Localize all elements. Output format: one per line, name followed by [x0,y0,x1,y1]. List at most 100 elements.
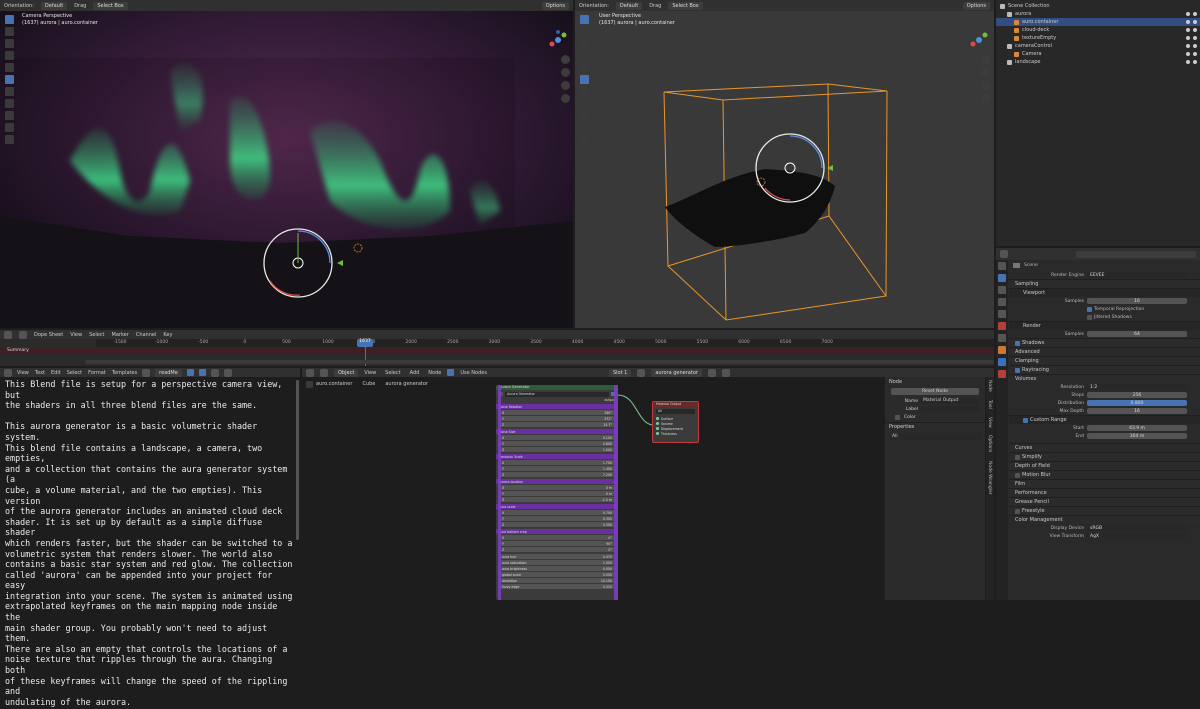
node-name-field[interactable]: Material Output [921,398,979,404]
grid-view-icon[interactable] [981,94,990,103]
properties-editor-icon[interactable] [1000,250,1008,258]
simplify-panel[interactable]: Simplify [1009,452,1200,461]
image-tool-icon[interactable] [580,135,589,144]
sidebar-tab[interactable]: Node Wrangler [987,461,992,495]
scale-tool-icon[interactable] [580,63,589,72]
end-field[interactable]: 304 m [1087,433,1187,439]
orientation-dropdown[interactable]: Default [40,1,68,10]
material-tab-icon[interactable] [998,370,1006,378]
raytracing-checkbox[interactable] [1015,367,1020,373]
shadows-checkbox[interactable] [1015,340,1020,346]
camera-icon[interactable] [1193,20,1197,24]
add-object-tool-icon[interactable] [580,123,589,132]
add-cube-tool-icon[interactable] [580,111,589,120]
menu-item[interactable]: Key [163,332,172,338]
camera-icon[interactable] [1193,44,1197,48]
scale-tool-icon[interactable] [5,63,14,72]
camera-icon[interactable] [1193,12,1197,16]
menu-item[interactable]: Marker [112,332,129,338]
options-dropdown[interactable]: Options [541,1,569,10]
move-tool-icon[interactable] [5,39,14,48]
sidebar-tab[interactable]: Node [987,380,992,392]
text-content[interactable]: This Blend file is setup for a perspecti… [0,377,300,709]
jittered-shadows-checkbox[interactable] [1087,314,1092,320]
rotate-tool-icon[interactable] [5,51,14,60]
cursor-tool-icon[interactable] [5,27,14,36]
node-label-field[interactable] [921,406,979,412]
image-tool-icon[interactable] [5,135,14,144]
socket-dot-icon[interactable] [656,432,659,435]
clamping-panel[interactable]: Clamping [1009,356,1200,365]
camera-icon[interactable] [1193,52,1197,56]
object-tab-icon[interactable] [998,346,1006,354]
sidebar-tab[interactable]: View [987,417,992,428]
camera-icon[interactable] [1193,28,1197,32]
viewport-subpanel[interactable]: Viewport [1009,288,1200,297]
eye-icon[interactable] [1186,20,1190,24]
word-wrap-toggle-icon[interactable] [198,369,206,376]
text-editor[interactable]: View Text Edit Select Format Templates readMe… [0,368,300,707]
annotate-tool-icon[interactable] [580,87,589,96]
menu-item[interactable]: View [70,332,82,338]
move-tool-icon[interactable] [580,39,589,48]
outliner-item[interactable]: textureEmpty [996,34,1200,42]
pan-hand-icon[interactable] [561,68,570,77]
measure-tool-icon[interactable] [5,99,14,108]
curves-panel[interactable]: Curves [1009,443,1200,452]
menu-item[interactable]: View [17,370,29,376]
collection-tab-icon[interactable] [998,334,1006,342]
grid-view-icon[interactable] [561,94,570,103]
navigation-gizmo[interactable] [969,30,989,50]
add-object-tool-icon[interactable] [5,123,14,132]
freestyle-panel[interactable]: Freestyle [1009,506,1200,515]
dof-panel[interactable]: Depth of Field [1009,461,1200,470]
render-subpanel[interactable]: Render [1009,321,1200,330]
output-target-dropdown[interactable]: All [656,409,695,414]
resolution-dropdown[interactable]: 1:2 [1087,384,1187,390]
max-depth-field[interactable]: 16 [1087,408,1187,414]
shader-node-editor[interactable]: Object View Select Add Node Use Nodes Slot … [302,368,994,600]
render-tab-icon[interactable] [998,274,1006,282]
user-viewport[interactable]: Orientation: Default Drag Select Box Opt… [575,0,994,328]
view-layer-tab-icon[interactable] [998,298,1006,306]
rotate-tool-icon[interactable] [580,51,589,60]
film-panel[interactable]: Film [1009,479,1200,488]
viewport-samples-field[interactable]: 16 [1087,298,1187,304]
color-checkbox[interactable] [895,415,900,420]
display-device-dropdown[interactable]: sRGB [1087,525,1187,531]
socket-dot-icon[interactable] [656,422,659,425]
distribution-slider[interactable]: 0.800 [1087,400,1187,406]
socket-dot-icon[interactable] [656,417,659,420]
scene-tab-icon[interactable] [998,310,1006,318]
line-numbers-toggle-icon[interactable] [186,369,194,376]
volumes-panel[interactable]: Volumes [1009,374,1200,383]
select-mode-dropdown[interactable]: Select Box [93,1,128,10]
color-management-panel[interactable]: Color Management [1009,515,1200,524]
menu-item[interactable]: Edit [51,370,61,376]
transform-tool-icon[interactable] [5,75,14,84]
run-script-icon[interactable] [223,368,232,377]
timeline-ruler[interactable]: -1500-1000-50005001000150020002500300035… [96,339,994,347]
dope-sheet-mode-dropdown[interactable]: Dope Sheet [34,332,63,338]
outliner-item[interactable]: Camera [996,50,1200,58]
camera-view-icon[interactable] [981,81,990,90]
eye-icon[interactable] [1186,12,1190,16]
grease-pencil-panel[interactable]: Grease Pencil [1009,497,1200,506]
view-transform-dropdown[interactable]: AgX [1087,533,1187,539]
cursor-tool-icon[interactable] [580,27,589,36]
temporal-reprojection-checkbox[interactable] [1087,306,1092,312]
motion-blur-panel[interactable]: Motion Blur [1009,470,1200,479]
zoom-icon[interactable] [561,55,570,64]
material-output-node[interactable]: Material Output All Surface Volume Displac… [652,401,699,443]
add-cube-tool-icon[interactable] [5,111,14,120]
eye-icon[interactable] [1186,44,1190,48]
eye-icon[interactable] [1186,52,1190,56]
outliner-item[interactable]: auro.container [996,18,1200,26]
menu-item[interactable]: Templates [112,370,137,376]
editor-type-icon[interactable] [4,330,12,339]
menu-item[interactable]: Select [67,370,82,376]
outliner-item[interactable]: landscape [996,58,1200,66]
reset-node-button[interactable]: Reset Node [891,388,979,395]
pan-hand-icon[interactable] [981,68,990,77]
camera-icon[interactable] [1193,60,1197,64]
